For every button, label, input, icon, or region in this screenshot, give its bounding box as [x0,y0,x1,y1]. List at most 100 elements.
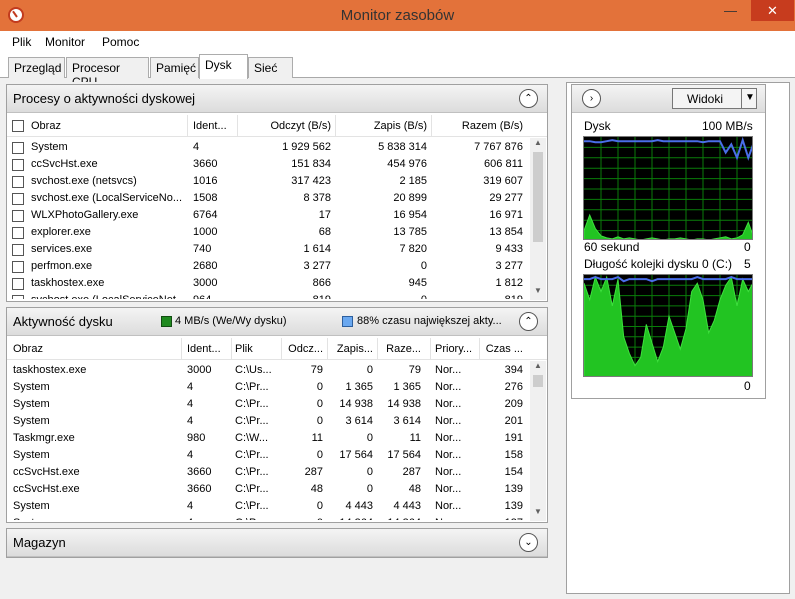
cell-read: 819 [239,294,331,299]
section-header[interactable]: Magazyn ⌄ [7,529,547,557]
table-row[interactable]: ccSvcHst.exe 3660 C:\Pr... 48 0 48 Nor... 139 [7,481,547,498]
cell-priority: Nor... [435,466,462,478]
tab-overview[interactable]: Przegląd [8,57,65,78]
views-dropdown[interactable]: Widoki ▼ [672,88,757,109]
table-row[interactable]: perfmon.exe 2680 3 277 0 3 277 [7,258,547,275]
scroll-down-icon[interactable]: ▼ [530,507,546,521]
col-response-time[interactable]: Czas ... [481,343,523,355]
menu-monitor[interactable]: Monitor [45,35,85,49]
table-row[interactable]: svchost.exe (netsvcs) 1016 317 423 2 185 319… [7,173,547,190]
close-button[interactable]: ✕ [751,0,794,21]
table-row[interactable]: svchost.exe (LocalServiceNo... 1508 8 378 2… [7,190,547,207]
expand-pane-icon[interactable]: › [582,89,601,108]
col-pid[interactable]: Ident... [193,120,227,132]
cell-pid: 1000 [193,226,218,238]
collapse-chevron-icon[interactable]: ⌃ [519,312,538,331]
title-bar: Monitor zasobów — □ ✕ [0,0,795,31]
cell-priority: Nor... [435,500,462,512]
section-header[interactable]: Aktywność dysku 4 MB/s (We/Wy dysku) 88%… [7,308,547,336]
scroll-thumb[interactable] [533,152,543,242]
cell-total: 17 564 [387,449,421,461]
process-list-scrollbar[interactable]: ▲ ▼ [530,138,546,300]
col-pid[interactable]: Ident... [187,343,231,355]
tab-disk[interactable]: Dysk [199,54,248,79]
row-checkbox[interactable] [12,261,24,273]
cell-image: System [31,141,68,153]
table-row[interactable]: services.exe 740 1 614 7 820 9 433 [7,241,547,258]
pane-splitter[interactable] [549,82,566,594]
table-row[interactable]: ccSvcHst.exe 3660 C:\Pr... 287 0 287 Nor... 154 [7,464,547,481]
table-row[interactable]: taskhostex.exe 3000 C:\Us... 79 0 79 Nor... 394 [7,362,547,379]
col-total[interactable]: Razem (B/s) [433,120,523,132]
col-write[interactable]: Zapis... [329,343,373,355]
table-row[interactable]: System 4 C:\Pr... 0 3 614 3 614 Nor... 201 [7,413,547,430]
col-read[interactable]: Odczyt (B/s) [239,120,331,132]
cell-image: ccSvcHst.exe [13,466,80,478]
row-checkbox[interactable] [12,278,24,290]
section-title: Aktywność dysku [13,314,113,329]
cell-read: 287 [304,466,323,478]
table-row[interactable]: explorer.exe 1000 68 13 785 13 854 [7,224,547,241]
scroll-up-icon[interactable]: ▲ [530,138,546,152]
cell-priority: Nor... [435,415,462,427]
scroll-thumb[interactable] [533,375,543,387]
row-checkbox[interactable] [12,159,24,171]
column-headers: Obraz Ident... Plik Odcz... Zapis... Raz… [7,338,547,360]
tab-memory[interactable]: Pamięć [150,57,199,78]
menu-help[interactable]: Pomoc [102,35,139,49]
row-checkbox[interactable] [12,210,24,222]
table-row[interactable]: ccSvcHst.exe 3660 151 834 454 976 606 811 [7,156,547,173]
cell-priority: Nor... [435,381,462,393]
row-checkbox[interactable] [12,227,24,239]
table-row[interactable]: System 4 C:\Pr... 0 1 365 1 365 Nor... 276 [7,379,547,396]
storage-section: Magazyn ⌄ [6,528,548,558]
cell-pid: 2680 [193,260,218,272]
cell-response-time: 191 [504,432,523,444]
tab-cpu[interactable]: Procesor CPU [66,57,149,89]
disk-activity-scrollbar[interactable]: ▲ ▼ [530,361,546,521]
tab-network[interactable]: Sieć [248,57,293,78]
cell-pid: 4 [193,141,200,153]
col-priority[interactable]: Priory... [435,343,477,355]
row-checkbox[interactable] [12,176,24,188]
scroll-up-icon[interactable]: ▲ [530,361,546,375]
row-checkbox[interactable] [12,295,24,299]
table-row[interactable]: System 4 C:\Pr... 0 14 364 14 364 Nor... 137 [7,515,547,520]
cell-total: 29 277 [489,192,523,204]
cell-write: 7 820 [399,243,427,255]
minimize-button[interactable]: — [717,0,744,21]
collapse-chevron-icon[interactable]: ⌃ [519,89,538,108]
col-write[interactable]: Zapis (B/s) [337,120,427,132]
table-row[interactable]: svchost.exe (LocalServiceNet... 964 819 0 81… [7,292,547,299]
table-row[interactable]: System 4 C:\Pr... 0 17 564 17 564 Nor... 158 [7,447,547,464]
cell-priority: Nor... [435,517,475,520]
io-legend-text: 4 MB/s (We/Wy dysku) [175,315,287,327]
table-row[interactable]: taskhostex.exe 3000 866 945 1 812 [7,275,547,292]
table-row[interactable]: WLXPhotoGallery.exe 6764 17 16 954 16 971 [7,207,547,224]
section-header[interactable]: Procesy o aktywności dyskowej ⌃ [7,85,547,113]
cell-read: 866 [312,277,331,289]
row-checkbox[interactable] [12,244,24,256]
scroll-down-icon[interactable]: ▼ [530,286,546,300]
menu-file[interactable]: Plik [12,35,31,49]
col-image[interactable]: Obraz [31,120,61,132]
cell-total: 1 365 [393,381,421,393]
expand-chevron-icon[interactable]: ⌄ [519,533,538,552]
cell-read: 1 614 [303,243,331,255]
select-all-checkbox[interactable] [12,120,24,132]
cell-read: 3 277 [303,260,331,272]
row-checkbox[interactable] [12,193,24,205]
row-checkbox[interactable] [12,142,24,154]
table-row[interactable]: Taskmgr.exe 980 C:\W... 11 0 11 Nor... 191 [7,430,547,447]
table-row[interactable]: System 4 C:\Pr... 0 4 443 4 443 Nor... 139 [7,498,547,515]
col-total[interactable]: Raze... [379,343,421,355]
col-read[interactable]: Odcz... [283,343,323,355]
col-file[interactable]: Plik [235,343,279,355]
cell-write: 20 899 [393,192,427,204]
cell-pid: 3660 [187,466,212,478]
table-row[interactable]: System 4 1 929 562 5 838 314 7 767 876 [7,139,547,156]
cell-read: 8 378 [303,192,331,204]
cell-write: 0 [337,294,427,299]
col-image[interactable]: Obraz [13,343,43,355]
table-row[interactable]: System 4 C:\Pr... 0 14 938 14 938 Nor... 209 [7,396,547,413]
